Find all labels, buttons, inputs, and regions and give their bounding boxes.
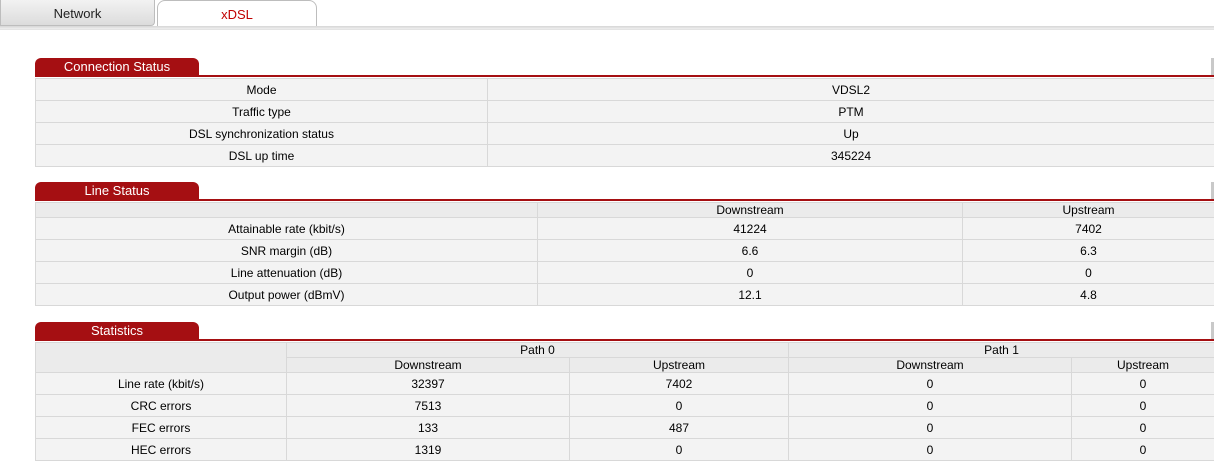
header-p0-downstream: Downstream [286,357,570,373]
row-label: DSL synchronization status [35,122,488,145]
row-p0-upstream: 487 [568,416,790,439]
header-p0-upstream: Upstream [568,357,790,373]
row-label: DSL up time [35,144,488,167]
row-p1-downstream: 0 [788,438,1073,461]
row-p0-upstream: 7402 [568,372,790,395]
row-p1-upstream: 0 [1071,416,1214,439]
row-p0-upstream: 0 [568,438,790,461]
tab-xdsl[interactable]: xDSL [157,0,317,27]
table-row: Line attenuation (dB) 0 0 [35,261,1214,284]
tab-bar: Network xDSL [0,0,1214,30]
row-label: Traffic type [35,100,488,123]
header-p1-upstream: Upstream [1071,357,1214,373]
row-p0-upstream: 0 [568,394,790,417]
row-p1-downstream: 0 [788,372,1073,395]
table-row: Mode VDSL2 [35,78,1214,101]
row-upstream: 7402 [962,217,1214,240]
row-downstream: 12.1 [537,283,963,306]
connection-status-table: Mode VDSL2 Traffic type PTM DSL synchron… [35,78,1214,167]
table-row: HEC errors 1319 0 0 0 [35,438,1214,461]
section-title-statistics: Statistics [35,322,199,340]
header-path-1: Path 1 [788,342,1214,358]
section-title-connection-status: Connection Status [35,58,199,76]
row-label: CRC errors [35,394,287,417]
row-upstream: 4.8 [962,283,1214,306]
table-row: Traffic type PTM [35,100,1214,123]
tab-divider-shadow [0,29,1214,30]
row-label: Attainable rate (kbit/s) [35,217,538,240]
row-value: 345224 [487,144,1214,167]
line-status-table: Downstream Upstream Attainable rate (kbi… [35,202,1214,306]
header-path-0: Path 0 [285,342,790,358]
section-bar [35,339,1214,341]
tab-network[interactable]: Network [0,0,155,26]
table-header-row: Path 0 Path 1 [35,342,1214,373]
table-row: Output power (dBmV) 12.1 4.8 [35,283,1214,306]
table-header-row: Downstream Upstream [35,202,1214,218]
row-label: Output power (dBmV) [35,283,538,306]
table-row: DSL synchronization status Up [35,122,1214,145]
row-downstream: 6.6 [537,239,963,262]
row-p1-downstream: 0 [788,394,1073,417]
section-title-line-status: Line Status [35,182,199,200]
section-bar [35,75,1214,77]
row-label: Line attenuation (dB) [35,261,538,284]
row-p0-downstream: 1319 [286,438,570,461]
row-value: PTM [487,100,1214,123]
row-p1-upstream: 0 [1071,394,1214,417]
row-p1-downstream: 0 [788,416,1073,439]
table-row: SNR margin (dB) 6.6 6.3 [35,239,1214,262]
row-label: Line rate (kbit/s) [35,372,287,395]
section-bar [35,199,1214,201]
row-upstream: 6.3 [962,239,1214,262]
row-p0-downstream: 7513 [286,394,570,417]
table-row: FEC errors 133 487 0 0 [35,416,1214,439]
row-p1-upstream: 0 [1071,438,1214,461]
statistics-table: Path 0 Path 1 Downstream Upstream Downst… [35,342,1214,461]
row-p1-upstream: 0 [1071,372,1214,395]
row-p0-downstream: 32397 [286,372,570,395]
header-blank [35,342,287,373]
row-downstream: 41224 [537,217,963,240]
row-upstream: 0 [962,261,1214,284]
row-label: Mode [35,78,488,101]
row-value: Up [487,122,1214,145]
header-p1-downstream: Downstream [788,357,1073,373]
row-label: SNR margin (dB) [35,239,538,262]
table-row: Attainable rate (kbit/s) 41224 7402 [35,217,1214,240]
row-label: FEC errors [35,416,287,439]
header-blank [35,202,538,218]
header-upstream: Upstream [962,202,1214,218]
table-row: Line rate (kbit/s) 32397 7402 0 0 [35,372,1214,395]
table-row: CRC errors 7513 0 0 0 [35,394,1214,417]
row-value: VDSL2 [487,78,1214,101]
row-label: HEC errors [35,438,287,461]
row-downstream: 0 [537,261,963,284]
header-downstream: Downstream [537,202,963,218]
row-p0-downstream: 133 [286,416,570,439]
table-row: DSL up time 345224 [35,144,1214,167]
